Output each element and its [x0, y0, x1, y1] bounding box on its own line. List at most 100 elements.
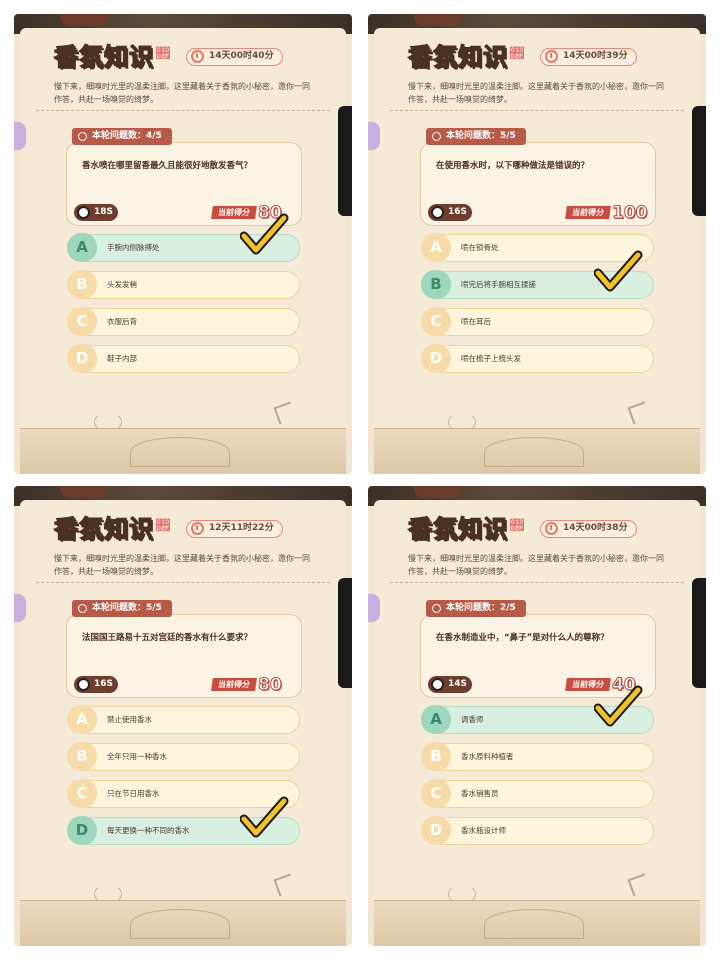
option-letter: D: [67, 344, 97, 373]
option-letter: A: [67, 705, 97, 734]
hook-icon: 𐴯: [156, 518, 170, 534]
hook-icon: 𐴯: [510, 46, 524, 62]
countdown-timer: 12天11时22分: [186, 520, 283, 538]
countdown-timer: 14天00时40分: [186, 48, 283, 66]
round-counter: 本轮问题数：4/5: [72, 128, 172, 145]
answer-timer: 18S: [74, 204, 118, 221]
description: 慢下来，细嗅时光里的温柔注脚。这里藏着关于香氛的小秘密，邀你一同作答，共赴一场嗅…: [54, 82, 310, 104]
round-icon: [78, 132, 87, 141]
scroll-handle[interactable]: [692, 578, 706, 688]
answer-option-d[interactable]: D 香水瓶设计师: [421, 816, 654, 845]
scroll-handle[interactable]: [338, 578, 352, 688]
checkmark-icon: [240, 213, 289, 255]
round-icon: [432, 604, 441, 613]
round-counter: 本轮问题数：2/5: [426, 600, 526, 617]
answer-option-a[interactable]: A 禁止使用香水: [67, 705, 300, 734]
option-text: 喷完后将手腕相互揉搓: [461, 280, 536, 289]
round-counter: 本轮问题数：5/5: [426, 128, 526, 145]
option-letter: B: [67, 270, 97, 299]
side-tab[interactable]: [368, 594, 380, 622]
checkmark-icon: [594, 250, 643, 292]
option-text: 香水原料种植者: [461, 752, 514, 761]
clock-icon: [545, 522, 558, 535]
bottom-decoration: [20, 900, 346, 946]
option-text: 每天更换一种不同的香水: [107, 826, 190, 835]
answer-option-c[interactable]: C 香水销售员: [421, 779, 654, 808]
option-letter: C: [421, 779, 451, 808]
question-text: 法国国王路易十五对宫廷的香水有什么要求？: [82, 633, 253, 643]
clock-icon: [545, 50, 558, 63]
option-text: 全年只用一种香水: [107, 752, 167, 761]
answer-option-c[interactable]: C 衣服后背: [67, 307, 300, 336]
answer-timer: 14S: [428, 676, 472, 693]
option-text: 头发发梢: [107, 280, 137, 289]
description: 慢下来，细嗅时光里的温柔注脚。这里藏着关于香氛的小秘密，邀你一同作答，共赴一场嗅…: [408, 554, 664, 576]
stopwatch-icon: [77, 678, 90, 691]
option-letter: B: [421, 270, 451, 299]
description: 慢下来，细嗅时光里的温柔注脚。这里藏着关于香氛的小秘密，邀你一同作答，共赴一场嗅…: [54, 554, 310, 576]
quiz-panel: 香氛知识 𐴯 12天11时22分 慢下来，细嗅时光里的温柔注脚。这里藏着关于香氛…: [14, 486, 352, 946]
question-text: 在使用香水时，以下哪种做法是错误的？: [436, 161, 590, 171]
hanger-decoration: [414, 486, 462, 498]
stopwatch-icon: [431, 678, 444, 691]
divider: [36, 110, 330, 111]
countdown-timer: 14天00时39分: [540, 48, 637, 66]
bottom-decoration: [374, 900, 700, 946]
question-text: 在香水制造业中，“鼻子”是对什么人的尊称？: [436, 633, 609, 643]
option-text: 香水销售员: [461, 789, 499, 798]
checkmark-icon: [594, 685, 643, 727]
option-letter: D: [421, 344, 451, 373]
option-letter: D: [421, 816, 451, 845]
option-text: 衣服后背: [107, 317, 137, 326]
bottom-decoration: [20, 428, 346, 474]
hanger-decoration: [414, 14, 462, 26]
scroll-handle[interactable]: [692, 106, 706, 216]
answer-option-b[interactable]: B 香水原料种植者: [421, 742, 654, 771]
option-text: 喷在锁骨处: [461, 243, 499, 252]
checkmark-icon: [240, 796, 289, 838]
answer-timer: 16S: [428, 204, 472, 221]
scroll-handle[interactable]: [338, 106, 352, 216]
hook-icon: 𐴯: [156, 46, 170, 62]
answer-option-c[interactable]: C 喷在耳后: [421, 307, 654, 336]
divider: [36, 582, 330, 583]
option-text: 调香师: [461, 715, 484, 724]
hanger-decoration: [60, 486, 108, 498]
side-tab[interactable]: [368, 122, 380, 150]
stopwatch-icon: [77, 206, 90, 219]
option-letter: A: [67, 233, 97, 262]
option-text: 只在节日用香水: [107, 789, 160, 798]
option-text: 喷在耳后: [461, 317, 491, 326]
page-title: 香氛知识 𐴯: [407, 514, 524, 543]
question-text: 香水喷在哪里留香最久且能很好地散发香气？: [82, 161, 253, 171]
bottom-decoration: [374, 428, 700, 474]
answer-option-b[interactable]: B 全年只用一种香水: [67, 742, 300, 771]
option-letter: B: [421, 742, 451, 771]
countdown-timer: 14天00时38分: [540, 520, 637, 538]
answer-timer: 16S: [74, 676, 118, 693]
answer-option-d[interactable]: D 鞋子内部: [67, 344, 300, 373]
current-score: 当前得分 80: [211, 674, 282, 695]
hook-icon: 𐴯: [510, 518, 524, 534]
round-counter: 本轮问题数：5/5: [72, 600, 172, 617]
quiz-panel: 香氛知识 𐴯 14天00时40分 慢下来，细嗅时光里的温柔注脚。这里藏着关于香氛…: [14, 14, 352, 474]
description: 慢下来，细嗅时光里的温柔注脚。这里藏着关于香氛的小秘密，邀你一同作答，共赴一场嗅…: [408, 82, 664, 104]
option-text: 手腕内侧脉搏处: [107, 243, 160, 252]
side-tab[interactable]: [14, 594, 26, 622]
option-text: 香水瓶设计师: [461, 826, 506, 835]
page-title: 香氛知识 𐴯: [407, 42, 524, 71]
quiz-panel: 香氛知识 𐴯 14天00时38分 慢下来，细嗅时光里的温柔注脚。这里藏着关于香氛…: [368, 486, 706, 946]
screenshot-grid: 香氛知识 𐴯 14天00时40分 慢下来，细嗅时光里的温柔注脚。这里藏着关于香氛…: [0, 0, 720, 960]
option-letter: D: [67, 816, 97, 845]
option-letter: B: [67, 742, 97, 771]
clock-icon: [191, 522, 204, 535]
option-letter: A: [421, 705, 451, 734]
divider: [390, 110, 684, 111]
answer-option-b[interactable]: B 头发发梢: [67, 270, 300, 299]
side-tab[interactable]: [14, 122, 26, 150]
divider: [390, 582, 684, 583]
option-letter: C: [67, 779, 97, 808]
clock-icon: [191, 50, 204, 63]
option-letter: A: [421, 233, 451, 262]
answer-option-d[interactable]: D 喷在梳子上梳头发: [421, 344, 654, 373]
